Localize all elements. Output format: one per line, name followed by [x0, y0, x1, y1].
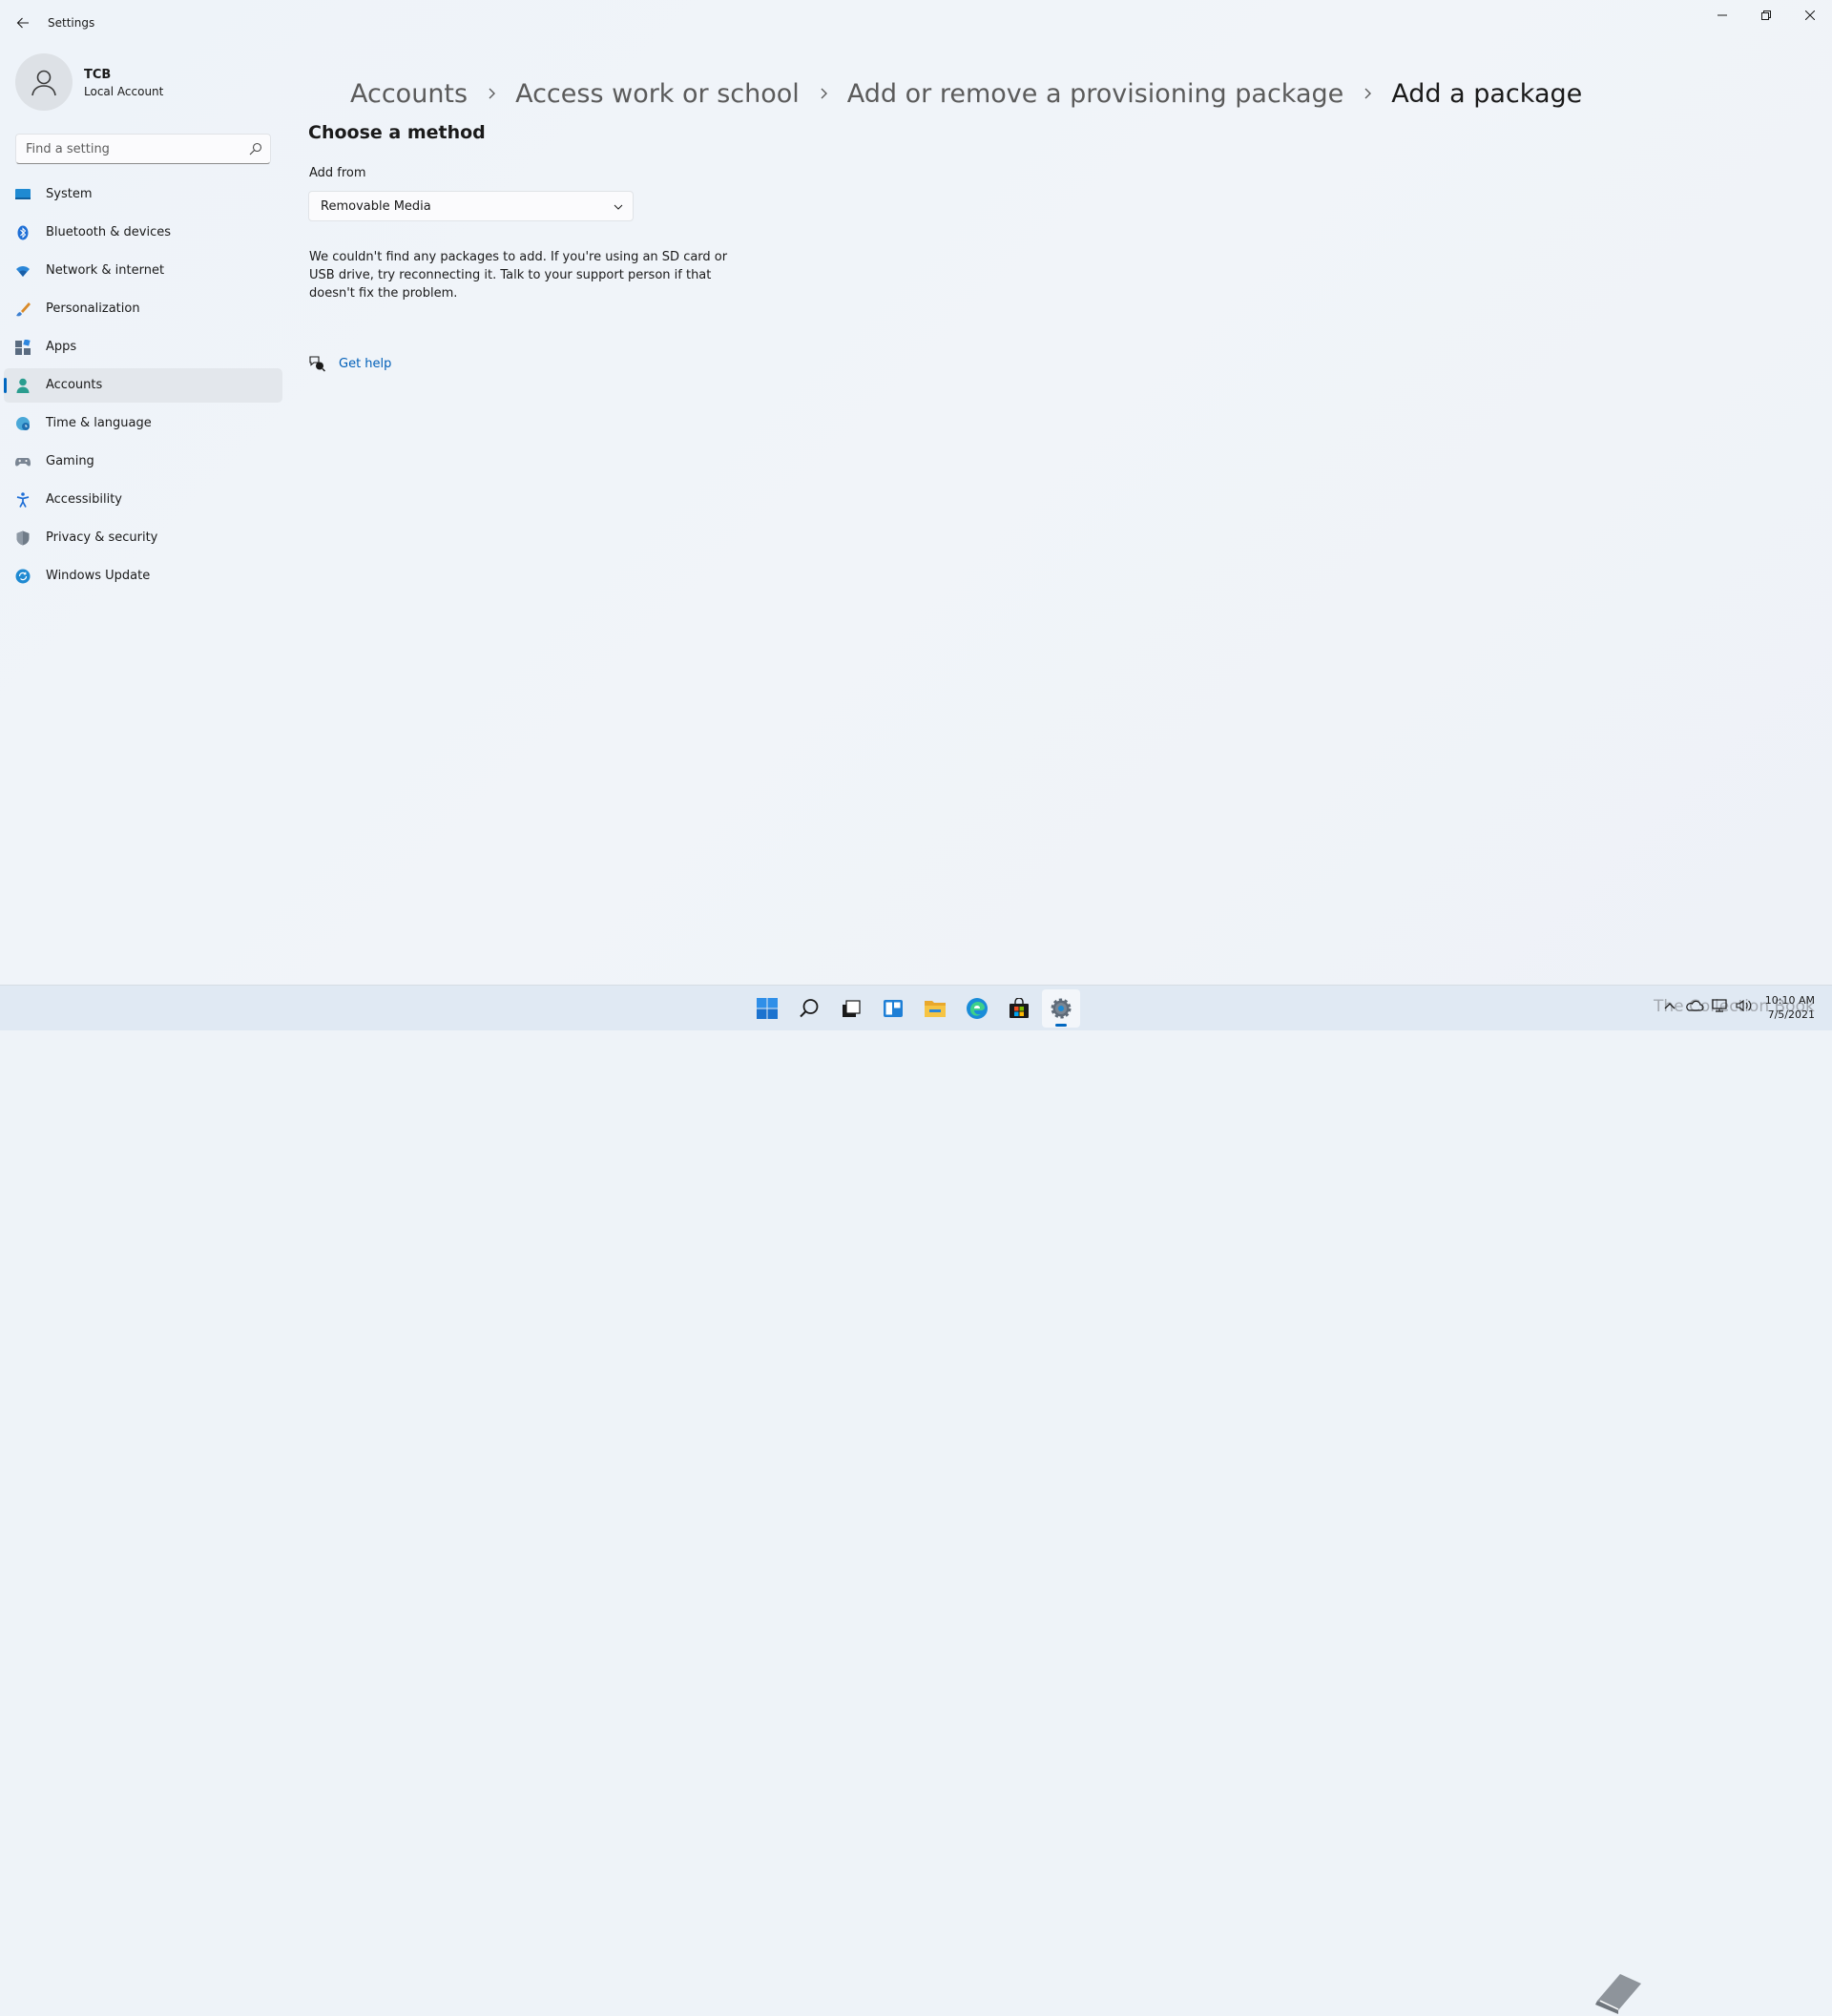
task-view-button[interactable]: [832, 989, 870, 1028]
folder-icon: [925, 1001, 946, 1017]
sidebar-item-label: Personalization: [46, 301, 140, 316]
sidebar-item-label: Time & language: [46, 416, 152, 430]
breadcrumb-provisioning-package[interactable]: Add or remove a provisioning package: [847, 79, 1343, 109]
gear-icon: [1051, 998, 1072, 1019]
apps-icon: [15, 340, 31, 355]
sidebar-item-label: Gaming: [46, 454, 94, 468]
sidebar-item-network[interactable]: Network & internet: [4, 254, 282, 288]
sidebar-item-label: Bluetooth & devices: [46, 225, 171, 239]
sidebar-item-label: Apps: [46, 340, 77, 354]
page-title: Add a package: [1391, 78, 1583, 109]
sidebar-nav: System Bluetooth & devices Network & int…: [4, 177, 282, 597]
sidebar-item-accounts[interactable]: Accounts: [4, 368, 282, 403]
sidebar-item-windows-update[interactable]: Windows Update: [4, 559, 282, 593]
update-icon: [15, 569, 31, 584]
search-icon[interactable]: [249, 142, 262, 156]
task-view-icon: [843, 1000, 861, 1017]
sidebar-item-bluetooth[interactable]: Bluetooth & devices: [4, 216, 282, 250]
wifi-icon: [16, 266, 30, 277]
app-title: Settings: [48, 16, 95, 30]
search-input[interactable]: [16, 135, 241, 163]
sidebar-item-label: System: [46, 187, 93, 201]
start-button[interactable]: [748, 989, 786, 1028]
system-tray: [1660, 998, 1759, 1013]
taskbar: [0, 985, 1832, 2014]
avatar: [15, 53, 73, 111]
sidebar-item-apps[interactable]: Apps: [4, 330, 282, 364]
search-box: [15, 134, 271, 164]
close-icon: [1805, 10, 1815, 20]
bluetooth-icon: [17, 225, 29, 240]
sidebar-item-time-language[interactable]: Time & language: [4, 406, 282, 441]
windows-logo-icon: [757, 998, 778, 1019]
taskbar-clock[interactable]: 10:10 AM 7/5/2021: [1765, 993, 1815, 1022]
sidebar-item-system[interactable]: System: [4, 177, 282, 212]
breadcrumb-accounts[interactable]: Accounts: [350, 79, 468, 109]
sidebar-item-label: Network & internet: [46, 263, 165, 278]
widgets-button[interactable]: [874, 989, 912, 1028]
globe-clock-icon: [16, 417, 30, 430]
shield-icon: [16, 530, 30, 546]
chevron-right-icon: [489, 88, 496, 99]
sidebar-item-label: Accounts: [46, 378, 103, 392]
profile-name: TCB: [84, 68, 112, 82]
get-help-link[interactable]: Get help: [339, 357, 391, 371]
person-icon: [31, 70, 56, 96]
settings-taskbar-button[interactable]: [1042, 989, 1080, 1028]
no-packages-message: We couldn't find any packages to add. If…: [309, 250, 728, 301]
add-from-dropdown[interactable]: Removable Media: [308, 191, 634, 221]
taskbar-search-button[interactable]: [790, 989, 828, 1028]
section-title: Choose a method: [308, 122, 486, 143]
sidebar-item-label: Accessibility: [46, 492, 122, 507]
edge-icon: [967, 998, 988, 1019]
volume-icon[interactable]: [1735, 998, 1754, 1013]
back-button[interactable]: [10, 10, 36, 36]
dropdown-selected-value: Removable Media: [321, 199, 431, 214]
accessibility-icon: [16, 492, 30, 508]
help-icon: [309, 356, 325, 372]
chevron-right-icon: [1364, 88, 1372, 99]
get-help-row[interactable]: Get help: [308, 355, 391, 372]
person-icon: [16, 378, 30, 393]
edge-browser-button[interactable]: [958, 989, 996, 1028]
breadcrumb-access-work-or-school[interactable]: Access work or school: [515, 79, 800, 109]
gamepad-icon: [15, 458, 31, 467]
search-icon: [800, 999, 819, 1018]
restore-icon: [1761, 10, 1771, 20]
sidebar-item-privacy-security[interactable]: Privacy & security: [4, 521, 282, 555]
user-profile[interactable]: TCB Local Account: [15, 53, 282, 114]
file-explorer-button[interactable]: [916, 989, 954, 1028]
settings-window: Settings TCB Local Account Find a settin…: [0, 0, 1832, 985]
minimize-button[interactable]: [1700, 0, 1744, 31]
add-from-label: Add from: [309, 166, 366, 180]
sidebar-item-label: Windows Update: [46, 569, 151, 583]
profile-account-type: Local Account: [84, 85, 164, 98]
monitor-icon: [15, 189, 31, 199]
chevron-up-icon[interactable]: [1660, 998, 1679, 1013]
title-bar: Settings: [0, 0, 1832, 46]
sidebar-item-label: Privacy & security: [46, 530, 158, 545]
close-button[interactable]: [1788, 0, 1832, 31]
sidebar-item-personalization[interactable]: Personalization: [4, 292, 282, 326]
taskbar-apps: [748, 989, 1084, 1028]
book-watermark-icon: [1595, 1974, 1641, 2014]
minimize-icon: [1718, 14, 1727, 16]
microsoft-store-button[interactable]: [1000, 989, 1038, 1028]
network-icon[interactable]: [1710, 998, 1729, 1013]
widgets-icon: [884, 1000, 903, 1017]
breadcrumb: Accounts Access work or school Add or re…: [350, 73, 1582, 114]
restore-button[interactable]: [1744, 0, 1788, 31]
sidebar-item-gaming[interactable]: Gaming: [4, 445, 282, 479]
chevron-down-icon: [614, 204, 623, 210]
clock-date: 7/5/2021: [1767, 1008, 1815, 1021]
store-icon: [1010, 998, 1029, 1018]
clock-time: 10:10 AM: [1764, 994, 1815, 1007]
arrow-left-icon: [16, 17, 29, 29]
brush-icon: [16, 302, 31, 317]
onedrive-cloud-icon[interactable]: [1685, 998, 1704, 1013]
chevron-right-icon: [821, 88, 827, 99]
sidebar-item-accessibility[interactable]: Accessibility: [4, 483, 282, 517]
